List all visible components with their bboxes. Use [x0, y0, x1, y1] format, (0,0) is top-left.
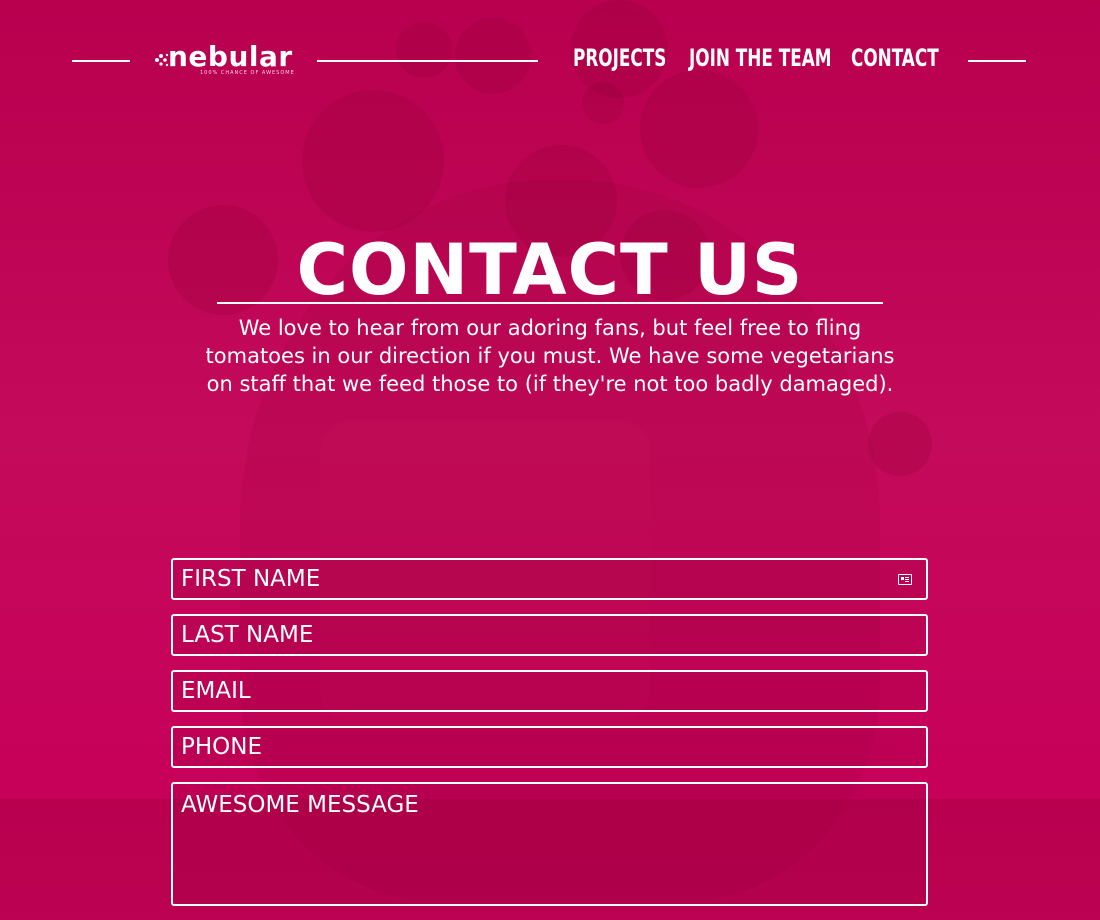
contact-form [171, 558, 928, 920]
last-name-field-wrapper [171, 614, 928, 656]
email-field[interactable] [173, 672, 926, 710]
nav-item-projects[interactable]: PROJECTS [573, 44, 666, 72]
email-field-wrapper [171, 670, 928, 712]
hero-section: CONTACT US We love to hear from our ador… [0, 230, 1100, 398]
contact-card-icon[interactable] [898, 574, 912, 585]
first-name-field-wrapper [171, 558, 928, 600]
message-field-wrapper [171, 782, 928, 906]
page-title: CONTACT US [296, 229, 804, 311]
phone-field[interactable] [173, 728, 926, 766]
phone-field-wrapper [171, 726, 928, 768]
nebular-logo[interactable]: nebular 100% CHANCE OF AWESOME [154, 40, 294, 82]
header-divider-right [968, 60, 1026, 62]
header-divider-left [72, 60, 130, 62]
nav-item-join-the-team[interactable]: JOIN THE TEAM [689, 44, 832, 72]
site-header: nebular 100% CHANCE OF AWESOME PROJECTS … [0, 0, 1100, 120]
bubble [868, 412, 932, 476]
nav-item-contact[interactable]: CONTACT [851, 44, 939, 72]
first-name-field[interactable] [173, 560, 926, 598]
message-field[interactable] [173, 784, 926, 904]
intro-text: We love to hear from our adoring fans, b… [205, 316, 895, 396]
header-divider-middle [317, 60, 538, 62]
logo-tagline: 100% CHANCE OF AWESOME [200, 70, 295, 76]
last-name-field[interactable] [173, 616, 926, 654]
logo-wordmark: nebular [168, 40, 293, 73]
